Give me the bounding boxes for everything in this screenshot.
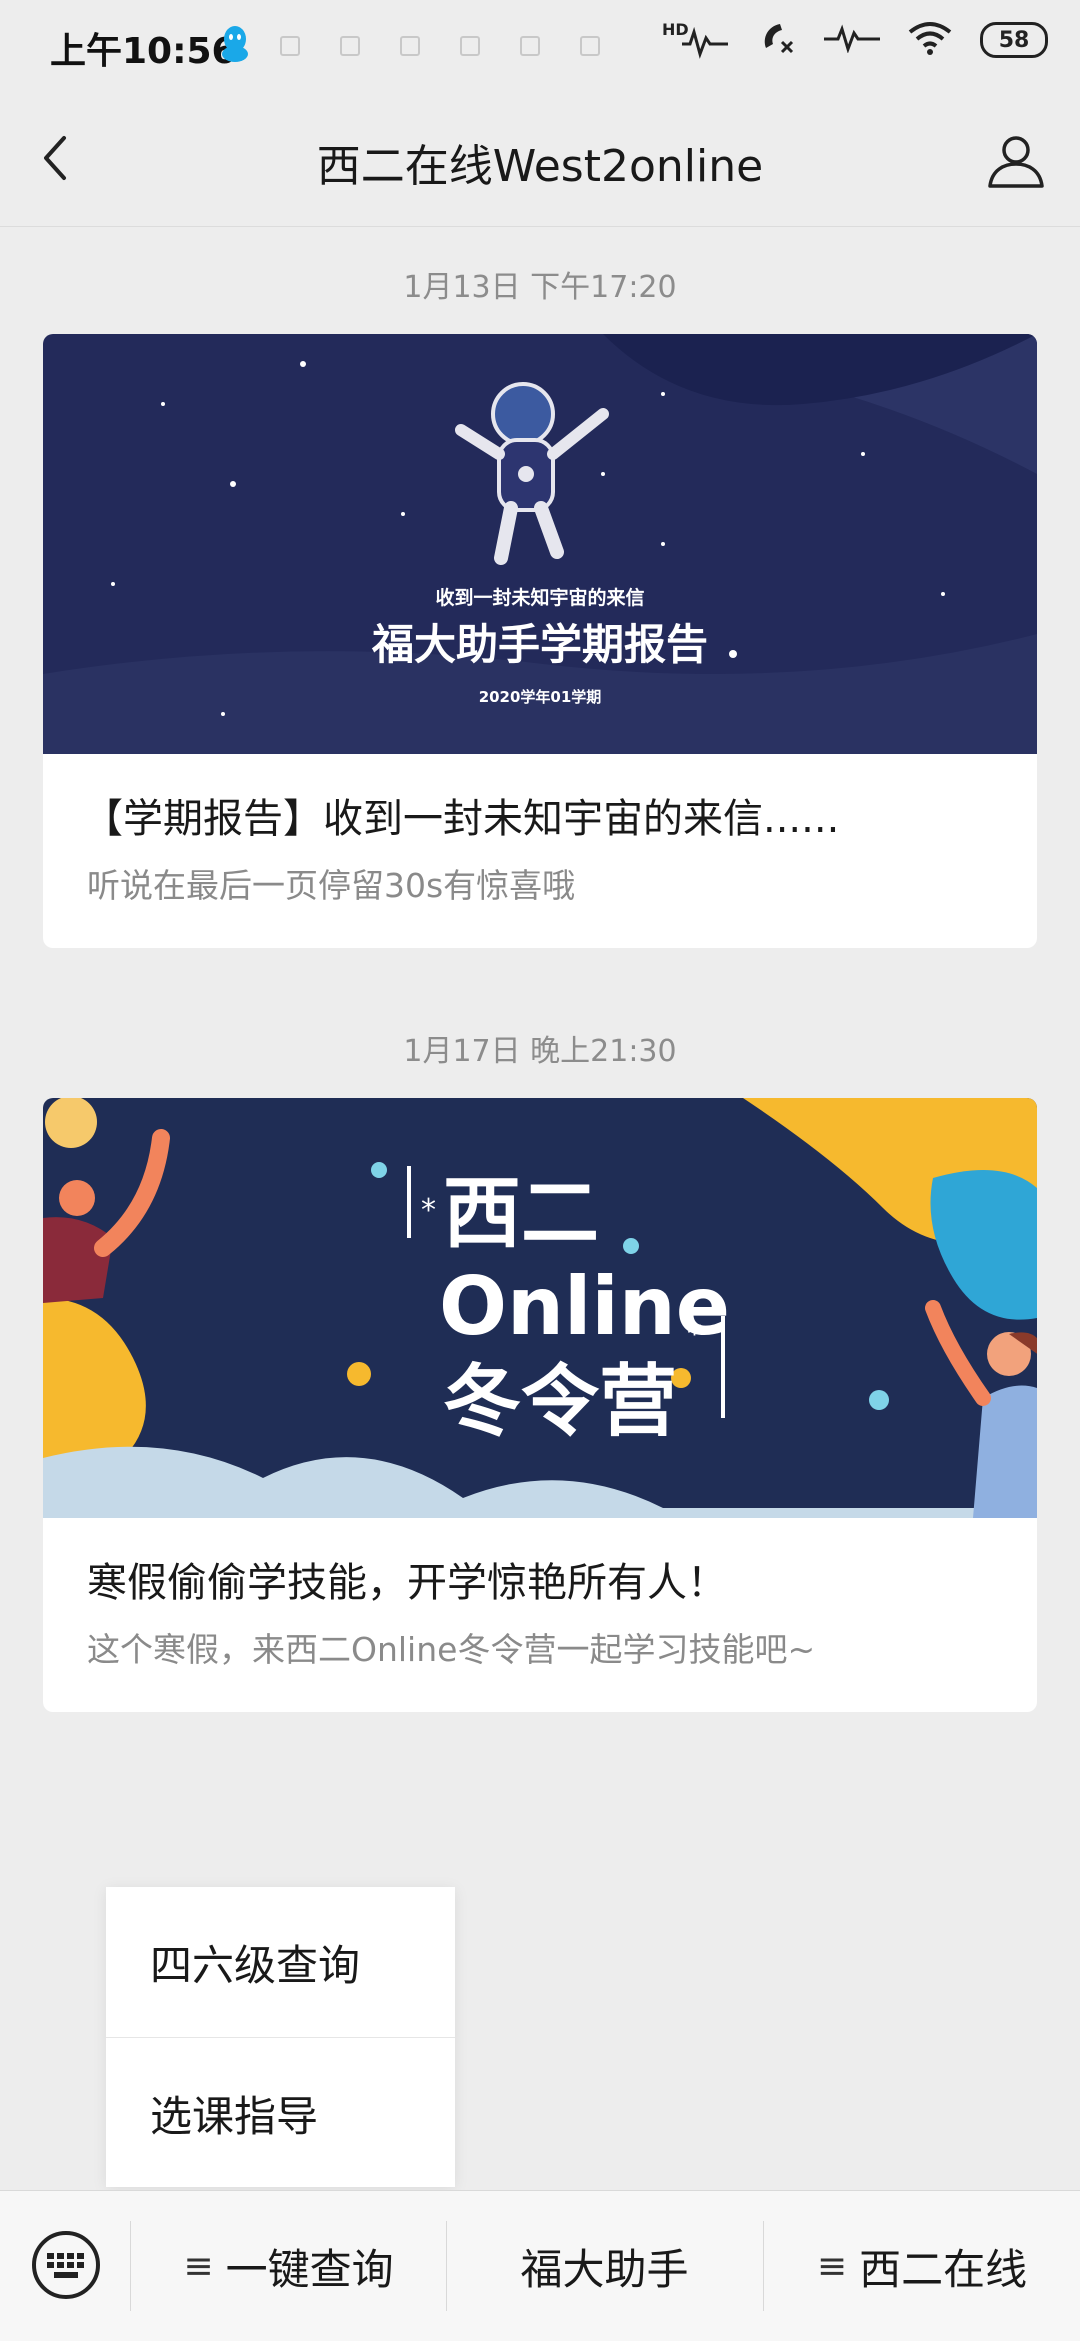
keyboard-icon — [32, 2231, 100, 2299]
article-description: 听说在最后一页停留30s有惊喜哦 — [87, 866, 576, 905]
svg-text:*: * — [421, 1193, 436, 1228]
call-muted-icon — [760, 20, 796, 60]
menu-button-label: 一键查询 — [225, 2244, 394, 2294]
menu-button-label: 西二在线 — [859, 2244, 1028, 2294]
submenu-popup: 四六级查询 选课指导 — [106, 1887, 455, 2187]
title-bar: 西二在线West2online — [0, 92, 1080, 227]
message-timestamp: 1月17日 晚上21:30 — [403, 1034, 677, 1069]
submenu-icon: ≡ — [183, 2245, 214, 2287]
page-title: 西二在线West2online — [316, 141, 764, 192]
cover-line-1: 收到一封未知宇宙的来信 — [435, 586, 644, 609]
article-cover-image: 收到一封未知宇宙的来信 福大助手学期报告 2020学年01学期 — [43, 334, 1037, 754]
wifi-icon — [908, 20, 952, 60]
hd-signal-icon: HD — [662, 20, 732, 60]
article-cover-image: * * 西二 Online 冬令营 — [43, 1098, 1037, 1518]
bottom-menu-bar: ≡ 一键查询 福大助手 ≡ 西二在线 — [0, 2190, 1080, 2341]
cover-line-1: 西二 — [443, 1169, 599, 1259]
article-title: 寒假偷偷学技能，开学惊艳所有人！ — [87, 1560, 727, 1606]
keyboard-toggle-button[interactable] — [30, 2229, 102, 2301]
cover-line-3: 冬令营 — [443, 1357, 677, 1447]
submenu-icon: ≡ — [816, 2245, 848, 2287]
menu-button-quick-query[interactable]: ≡ 一键查询 — [131, 2191, 446, 2341]
battery-icon: 58 — [980, 22, 1048, 58]
menu-button-west2-online[interactable]: ≡ 西二在线 — [764, 2191, 1080, 2341]
menu-button-fzu-assistant[interactable]: 福大助手 — [447, 2191, 762, 2341]
cover-line-2: Online — [439, 1260, 730, 1353]
message-timestamp: 1月13日 下午17:20 — [403, 270, 677, 305]
status-bar: 上午10:56 HD 58 — [0, 0, 1080, 92]
profile-button[interactable] — [986, 132, 1046, 192]
notification-icons — [280, 36, 600, 56]
person-icon — [988, 136, 1044, 188]
article-card[interactable]: 收到一封未知宇宙的来信 福大助手学期报告 2020学年01学期 【学期报告】收到… — [43, 334, 1037, 948]
qq-icon — [220, 24, 250, 68]
cover-line-3: 2020学年01学期 — [479, 688, 602, 706]
battery-level: 58 — [998, 27, 1030, 53]
article-description: 这个寒假，来西二Online冬令营一起学习技能吧~ — [87, 1630, 816, 1669]
article-card[interactable]: * * 西二 Online 冬令营 寒假偷偷学技能，开学惊艳所有人！ 这个寒假，… — [43, 1098, 1037, 1712]
menu-button-label: 福大助手 — [520, 2244, 689, 2294]
submenu-item-course-guide[interactable]: 选课指导 — [106, 2038, 455, 2188]
signal-icon — [824, 23, 880, 57]
status-time: 上午10:56 — [50, 31, 237, 72]
submenu-item-cet-query[interactable]: 四六级查询 — [106, 1887, 455, 2037]
cover-line-2: 福大助手学期报告 — [371, 620, 708, 669]
article-title: 【学期报告】收到一封未知宇宙的来信...... — [83, 796, 840, 842]
